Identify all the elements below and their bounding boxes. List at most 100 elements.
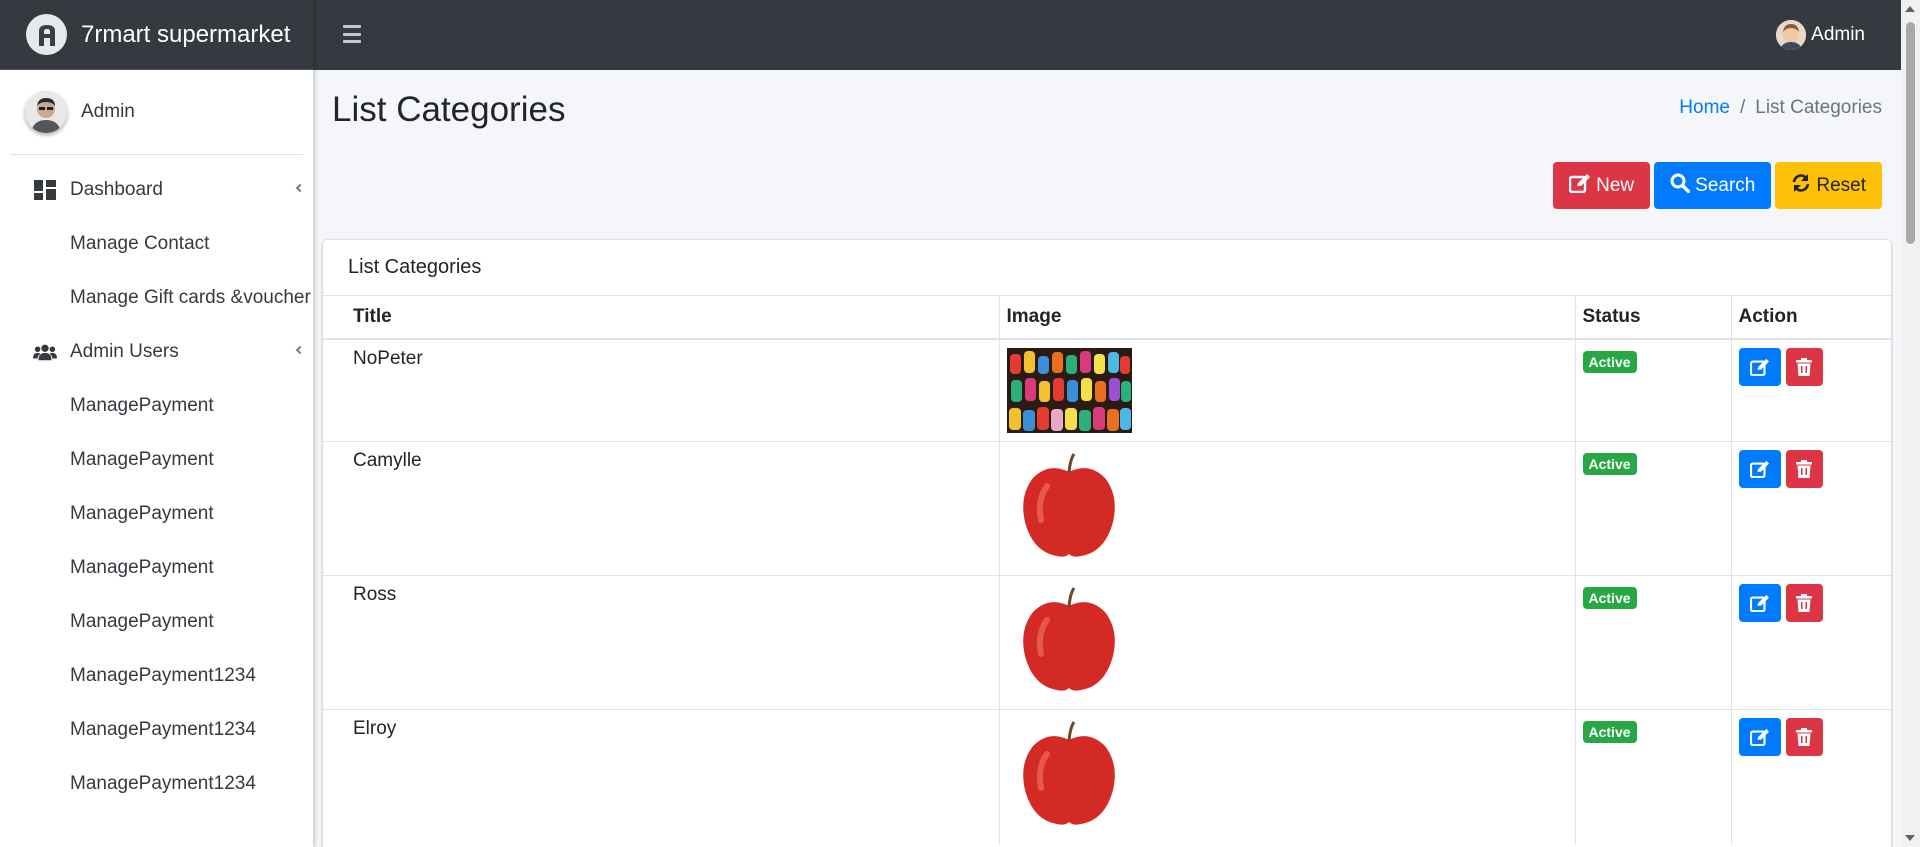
sidebar-item-label: ManagePayment1234 xyxy=(70,773,256,794)
chevron-left-icon xyxy=(295,345,305,355)
breadcrumb-home-link[interactable]: Home xyxy=(1679,97,1730,119)
reset-button-label: Reset xyxy=(1816,174,1866,196)
sidebar-item-dashboard[interactable]: Dashboard xyxy=(0,163,313,217)
top-navbar: Admin xyxy=(313,0,1901,70)
sidebar-item-manage-payment-1234[interactable]: ManagePayment1234 xyxy=(0,757,313,811)
brand-link[interactable]: 7rmart supermarket xyxy=(0,0,313,70)
table-row: Camylle Active xyxy=(323,441,1891,576)
sidebar-item-manage-payment[interactable]: ManagePayment xyxy=(0,379,313,433)
admin-avatar-icon xyxy=(1776,20,1807,50)
edit-button[interactable] xyxy=(1738,718,1781,756)
trash-icon xyxy=(1796,358,1812,376)
top-user-menu[interactable]: Admin xyxy=(1776,20,1865,50)
breadcrumb-separator: / xyxy=(1739,97,1746,118)
search-button[interactable]: Search xyxy=(1654,162,1772,209)
sidebar-user-panel[interactable]: Admin xyxy=(10,70,303,155)
delete-button[interactable] xyxy=(1785,584,1823,622)
categories-card: List Categories Title Image Status Actio… xyxy=(323,240,1891,847)
table-header-row: Title Image Status Action xyxy=(323,296,1891,340)
scroll-up-icon[interactable] xyxy=(1905,6,1915,12)
sidebar-nav: Dashboard Manage Contact Manage Gift car… xyxy=(0,155,313,811)
row-status-cell: Active xyxy=(1575,575,1732,710)
page-scrollbar[interactable] xyxy=(1901,0,1920,847)
column-header-image: Image xyxy=(999,296,1576,340)
sidebar-item-label: Admin Users xyxy=(70,341,179,362)
row-image-cell xyxy=(999,575,1576,710)
page-title: List Categories xyxy=(332,90,566,129)
delete-button[interactable] xyxy=(1785,348,1823,386)
edit-button[interactable] xyxy=(1738,584,1781,622)
scrollbar-thumb[interactable] xyxy=(1906,22,1915,244)
edit-icon xyxy=(1749,358,1769,376)
row-status-cell: Active xyxy=(1575,441,1732,576)
edit-icon xyxy=(1749,728,1769,746)
search-button-label: Search xyxy=(1695,174,1756,196)
row-title: Elroy xyxy=(323,709,1000,844)
chevron-left-icon xyxy=(295,183,305,193)
edit-button[interactable] xyxy=(1738,450,1781,488)
sidebar-item-label: ManagePayment xyxy=(70,395,214,416)
users-icon xyxy=(33,340,57,364)
status-badge: Active xyxy=(1582,587,1637,609)
reset-button[interactable]: Reset xyxy=(1775,162,1882,209)
sidebar-item-manage-payment[interactable]: ManagePayment xyxy=(0,487,313,541)
trash-icon xyxy=(1796,594,1812,612)
menu-toggle-icon[interactable] xyxy=(343,25,361,43)
lanterns-image xyxy=(1006,348,1132,433)
card-title: List Categories xyxy=(323,240,1891,296)
sidebar-item-label: ManagePayment1234 xyxy=(70,719,256,740)
trash-icon xyxy=(1796,728,1812,746)
table-row: Ross Active xyxy=(323,575,1891,710)
column-header-status: Status xyxy=(1575,296,1732,340)
apple-image xyxy=(1006,584,1132,696)
column-header-title: Title xyxy=(323,296,1000,340)
sidebar-item-manage-payment[interactable]: ManagePayment xyxy=(0,595,313,649)
delete-button[interactable] xyxy=(1785,718,1823,756)
row-title: Ross xyxy=(323,575,1000,710)
new-button-label: New xyxy=(1596,174,1635,196)
new-button[interactable]: New xyxy=(1553,162,1651,209)
sidebar-item-manage-gift-cards[interactable]: Manage Gift cards &voucher xyxy=(0,271,313,325)
edit-icon xyxy=(1749,460,1769,478)
column-header-action: Action xyxy=(1731,296,1891,340)
refresh-icon xyxy=(1791,173,1811,199)
row-status-cell: Active xyxy=(1575,709,1732,844)
sidebar-item-manage-payment-1234[interactable]: ManagePayment1234 xyxy=(0,703,313,757)
row-action-cell xyxy=(1731,709,1891,844)
trash-icon xyxy=(1796,460,1812,478)
edit-button[interactable] xyxy=(1738,348,1781,386)
status-badge: Active xyxy=(1582,351,1637,373)
sidebar-item-manage-contact[interactable]: Manage Contact xyxy=(0,217,313,271)
row-image-cell xyxy=(999,338,1576,442)
scroll-down-icon[interactable] xyxy=(1905,835,1915,841)
sidebar-item-label: Dashboard xyxy=(70,179,163,200)
edit-icon xyxy=(1749,594,1769,612)
sidebar-user-name: Admin xyxy=(81,101,135,122)
search-icon xyxy=(1670,173,1691,199)
row-action-cell xyxy=(1731,338,1891,442)
row-title: NoPeter xyxy=(323,338,1000,442)
sidebar-item-label: ManagePayment xyxy=(70,611,214,632)
breadcrumb: Home / List Categories xyxy=(1679,97,1882,119)
sidebar-item-label: ManagePayment xyxy=(70,449,214,470)
sidebar-item-label: ManagePayment1234 xyxy=(70,665,256,686)
top-user-label: Admin xyxy=(1811,24,1865,45)
row-image-cell xyxy=(999,709,1576,844)
brand-title: 7rmart supermarket xyxy=(81,20,291,48)
dashboard-icon xyxy=(33,178,57,202)
edit-icon xyxy=(1568,173,1591,199)
row-status-cell: Active xyxy=(1575,338,1732,442)
avatar xyxy=(25,91,67,133)
apple-image xyxy=(1006,718,1132,830)
row-action-cell xyxy=(1731,575,1891,710)
delete-button[interactable] xyxy=(1785,450,1823,488)
sidebar-item-admin-users[interactable]: Admin Users xyxy=(0,325,313,379)
status-badge: Active xyxy=(1582,721,1637,743)
table-row: Elroy Active xyxy=(323,709,1891,844)
sidebar-item-manage-payment-1234[interactable]: ManagePayment1234 xyxy=(0,649,313,703)
brand-logo-icon xyxy=(26,14,67,55)
sidebar-item-manage-payment[interactable]: ManagePayment xyxy=(0,433,313,487)
sidebar-item-manage-payment[interactable]: ManagePayment xyxy=(0,541,313,595)
status-badge: Active xyxy=(1582,453,1637,475)
row-title: Camylle xyxy=(323,441,1000,576)
